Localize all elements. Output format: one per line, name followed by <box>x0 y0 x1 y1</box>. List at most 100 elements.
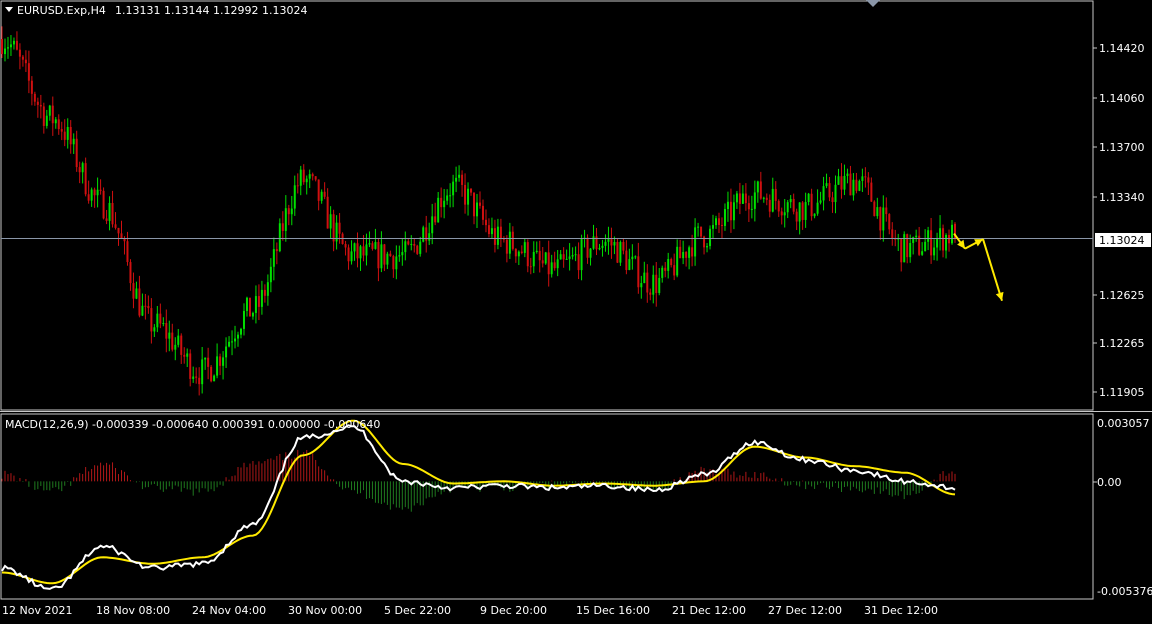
candle-body <box>293 185 296 209</box>
candle-body <box>783 212 786 216</box>
candle-body <box>452 181 455 196</box>
candle-body <box>413 243 416 246</box>
candle-body <box>870 182 873 202</box>
candle-body <box>697 226 700 228</box>
candle-body <box>559 254 562 260</box>
candle-body <box>807 193 810 202</box>
candle-body <box>57 119 60 130</box>
candle-body <box>505 239 508 254</box>
candle-body <box>395 256 398 270</box>
candle-body <box>299 169 302 186</box>
candle-body <box>834 184 837 203</box>
candle-body <box>222 357 225 366</box>
candle-body <box>314 176 317 180</box>
candle-body <box>404 241 407 253</box>
candle-body <box>368 243 371 245</box>
candle-body <box>30 80 33 94</box>
candle-body <box>487 225 490 235</box>
candle-body <box>365 244 368 256</box>
chart-svg[interactable]: 1.14420 1.14060 1.13700 1.13340 1.12625 … <box>0 0 1152 620</box>
candle-body <box>715 218 718 226</box>
candle-body <box>927 230 930 242</box>
candle-body <box>906 234 909 258</box>
candle-body <box>344 243 347 248</box>
candle-body <box>532 251 535 267</box>
candle-body <box>529 266 532 268</box>
candle-body <box>326 196 329 229</box>
candle-body <box>60 129 63 132</box>
candle-body <box>6 47 9 49</box>
candle-body <box>198 377 201 385</box>
candle-body <box>54 119 57 124</box>
candle-body <box>192 376 195 379</box>
candle-body <box>945 234 948 251</box>
candle-body <box>700 226 703 237</box>
candle-body <box>84 163 87 195</box>
candle-body <box>756 181 759 193</box>
candle-body <box>374 241 377 249</box>
candle-body <box>251 312 254 317</box>
candle-body <box>598 247 601 250</box>
candle-body <box>496 226 499 245</box>
candle-body <box>795 211 798 222</box>
candle-body <box>33 93 36 102</box>
candle-body <box>741 193 744 204</box>
candle-body <box>825 183 828 187</box>
candle-body <box>879 207 882 231</box>
candle-body <box>21 56 24 60</box>
candle-body <box>706 246 709 248</box>
candle-body <box>320 191 323 201</box>
candle-body <box>144 305 147 307</box>
candle-body <box>786 202 789 213</box>
candle-body <box>478 202 481 206</box>
candle-body <box>550 262 553 275</box>
candle-body <box>398 255 401 257</box>
candle-body <box>631 256 634 260</box>
candle-body <box>147 305 150 309</box>
candle-body <box>18 49 21 57</box>
price-label: 1.12265 <box>1099 337 1145 350</box>
candle-body <box>129 262 132 284</box>
candle-body <box>921 251 924 255</box>
candle-body <box>72 138 75 145</box>
candle-body <box>670 259 673 266</box>
candle-body <box>948 234 951 244</box>
candle-body <box>476 202 479 217</box>
candle-body <box>105 218 108 221</box>
candle-body <box>284 208 287 231</box>
candle-body <box>652 274 655 295</box>
candle-body <box>888 214 891 230</box>
candle-body <box>138 288 141 316</box>
candle-body <box>691 247 694 257</box>
candle-body <box>132 283 135 299</box>
candle-body <box>305 178 308 183</box>
candle-body <box>933 247 936 256</box>
candle-body <box>195 376 198 378</box>
candle-body <box>694 227 697 257</box>
mt4-chart-window[interactable]: 1.14420 1.14060 1.13700 1.13340 1.12625 … <box>0 0 1152 620</box>
candle-body <box>93 189 96 196</box>
candle-body <box>738 193 741 204</box>
candle-body <box>356 243 359 259</box>
candle-body <box>446 195 449 201</box>
candle-body <box>619 241 622 263</box>
price-label: 1.13700 <box>1099 141 1145 154</box>
candle-body <box>338 222 341 234</box>
candle-body <box>353 243 356 252</box>
candle-body <box>628 259 631 271</box>
candle-body <box>296 185 299 187</box>
candle-body <box>864 176 867 178</box>
candle-body <box>876 207 879 217</box>
candle-body <box>449 195 452 197</box>
candle-body <box>428 233 431 241</box>
candle-body <box>622 241 625 251</box>
candle-body <box>547 252 550 275</box>
candle-body <box>257 296 260 307</box>
candle-body <box>858 180 861 191</box>
candle-body <box>159 313 162 324</box>
candle-body <box>855 179 858 191</box>
candle-body <box>126 241 129 263</box>
candle-body <box>15 40 18 50</box>
candle-body <box>168 332 171 339</box>
time-label: 5 Dec 22:00 <box>384 604 451 617</box>
